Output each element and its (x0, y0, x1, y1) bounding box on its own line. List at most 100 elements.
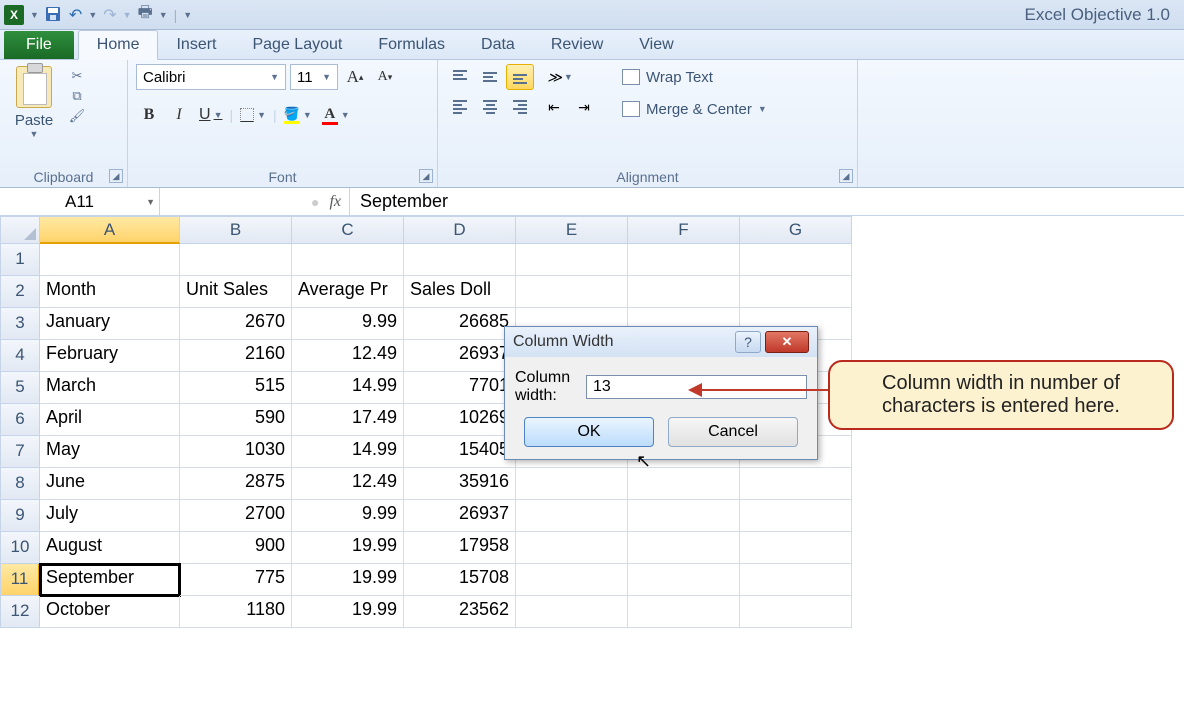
align-left-button[interactable] (446, 94, 474, 120)
row-header-9[interactable]: 9 (0, 500, 40, 532)
orientation-button[interactable]: ≫▼ (540, 64, 580, 90)
cell-C3[interactable]: 9.99 (292, 308, 404, 340)
row-header-1[interactable]: 1 (0, 244, 40, 276)
print-icon[interactable]: 🖶 (138, 1, 153, 28)
cell-G8[interactable] (740, 468, 852, 500)
tab-insert[interactable]: Insert (158, 31, 234, 59)
cell-D1[interactable] (404, 244, 516, 276)
column-header-b[interactable]: B (180, 216, 292, 244)
cell-C8[interactable]: 12.49 (292, 468, 404, 500)
italic-button[interactable]: I (166, 102, 192, 128)
cell-C6[interactable]: 17.49 (292, 404, 404, 436)
wrap-text-button[interactable]: Wrap Text (614, 64, 775, 90)
align-center-button[interactable] (476, 94, 504, 120)
cell-A10[interactable]: August (40, 532, 180, 564)
copy-icon[interactable]: ⧉ (68, 88, 86, 104)
column-header-d[interactable]: D (404, 216, 516, 244)
align-top-button[interactable] (446, 64, 474, 90)
row-header-4[interactable]: 4 (0, 340, 40, 372)
cell-A9[interactable]: July (40, 500, 180, 532)
cell-A7[interactable]: May (40, 436, 180, 468)
dialog-close-button[interactable]: ✕ (765, 331, 809, 353)
cut-icon[interactable]: ✂ (68, 68, 86, 84)
cell-D11[interactable]: 15708 (404, 564, 516, 596)
cell-E2[interactable] (516, 276, 628, 308)
cell-D5[interactable]: 7701 (404, 372, 516, 404)
cell-E12[interactable] (516, 596, 628, 628)
cell-A12[interactable]: October (40, 596, 180, 628)
tab-formulas[interactable]: Formulas (360, 31, 463, 59)
cell-E8[interactable] (516, 468, 628, 500)
paste-button[interactable]: Paste ▼ (8, 64, 60, 139)
row-header-12[interactable]: 12 (0, 596, 40, 628)
name-box[interactable]: A11▼ (0, 188, 160, 215)
cell-F8[interactable] (628, 468, 740, 500)
column-header-g[interactable]: G (740, 216, 852, 244)
bold-button[interactable]: B (136, 102, 162, 128)
cell-C10[interactable]: 19.99 (292, 532, 404, 564)
cell-A1[interactable] (40, 244, 180, 276)
fill-color-button[interactable]: 🪣▼ (281, 102, 315, 128)
redo-icon[interactable]: ↷ (103, 5, 116, 25)
cell-G11[interactable] (740, 564, 852, 596)
cell-C9[interactable]: 9.99 (292, 500, 404, 532)
dialog-help-button[interactable]: ? (735, 331, 761, 353)
cell-G9[interactable] (740, 500, 852, 532)
align-middle-button[interactable] (476, 64, 504, 90)
cell-B6[interactable]: 590 (180, 404, 292, 436)
cell-C5[interactable]: 14.99 (292, 372, 404, 404)
cell-F12[interactable] (628, 596, 740, 628)
cell-E11[interactable] (516, 564, 628, 596)
formula-input[interactable]: September (350, 188, 1184, 215)
column-header-a[interactable]: A (40, 216, 180, 244)
format-painter-icon[interactable]: 🖌 (68, 108, 86, 124)
cell-E10[interactable] (516, 532, 628, 564)
clipboard-dialog-launcher[interactable]: ◢ (109, 169, 123, 183)
cell-A2[interactable]: Month (40, 276, 180, 308)
increase-indent-button[interactable]: ⇥ (570, 94, 598, 120)
cell-C4[interactable]: 12.49 (292, 340, 404, 372)
cell-C7[interactable]: 14.99 (292, 436, 404, 468)
cell-G2[interactable] (740, 276, 852, 308)
cell-D7[interactable]: 15405 (404, 436, 516, 468)
cell-B1[interactable] (180, 244, 292, 276)
save-icon[interactable] (45, 6, 63, 24)
select-all-corner[interactable] (0, 216, 40, 244)
undo-icon[interactable]: ↶ (69, 5, 82, 25)
cell-C12[interactable]: 19.99 (292, 596, 404, 628)
row-header-8[interactable]: 8 (0, 468, 40, 500)
undo-dropdown-icon[interactable]: ▼ (88, 10, 97, 20)
shrink-font-button[interactable]: A▾ (372, 64, 398, 90)
cell-C2[interactable]: Average Pr (292, 276, 404, 308)
decrease-indent-button[interactable]: ⇤ (540, 94, 568, 120)
cell-G10[interactable] (740, 532, 852, 564)
cell-D3[interactable]: 26685 (404, 308, 516, 340)
cancel-formula-icon[interactable]: ● (311, 194, 319, 210)
cell-A3[interactable]: January (40, 308, 180, 340)
row-header-11[interactable]: 11 (0, 564, 40, 596)
alignment-dialog-launcher[interactable]: ◢ (839, 169, 853, 183)
tab-page-layout[interactable]: Page Layout (234, 31, 360, 59)
cell-E1[interactable] (516, 244, 628, 276)
font-name-select[interactable]: Calibri▼ (136, 64, 286, 90)
grow-font-button[interactable]: A▴ (342, 64, 368, 90)
cell-D8[interactable]: 35916 (404, 468, 516, 500)
cell-B2[interactable]: Unit Sales (180, 276, 292, 308)
cell-F11[interactable] (628, 564, 740, 596)
cell-A8[interactable]: June (40, 468, 180, 500)
font-size-select[interactable]: 11▼ (290, 64, 338, 90)
cell-D2[interactable]: Sales Doll (404, 276, 516, 308)
column-header-e[interactable]: E (516, 216, 628, 244)
cell-G12[interactable] (740, 596, 852, 628)
fx-icon[interactable]: fx (329, 193, 341, 211)
cell-D12[interactable]: 23562 (404, 596, 516, 628)
tab-view[interactable]: View (621, 31, 691, 59)
row-header-10[interactable]: 10 (0, 532, 40, 564)
cell-D6[interactable]: 10269 (404, 404, 516, 436)
row-header-2[interactable]: 2 (0, 276, 40, 308)
align-bottom-button[interactable] (506, 64, 534, 90)
cell-D9[interactable]: 26937 (404, 500, 516, 532)
cell-A6[interactable]: April (40, 404, 180, 436)
ok-button[interactable]: OK (524, 417, 654, 447)
cell-G1[interactable] (740, 244, 852, 276)
